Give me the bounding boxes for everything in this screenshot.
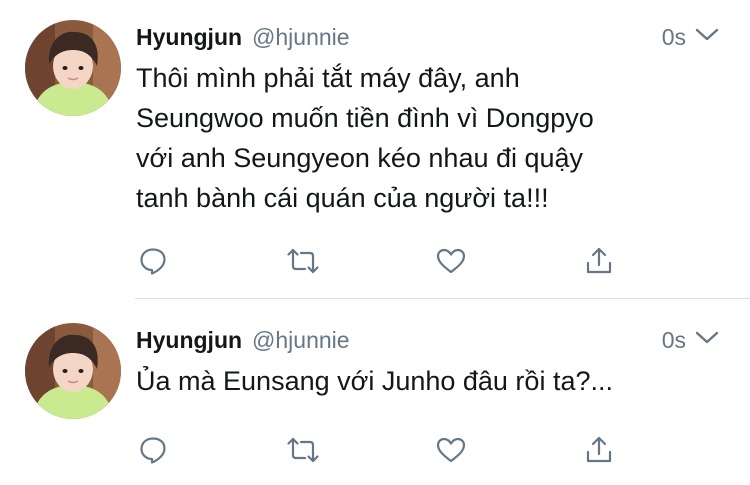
reply-icon[interactable] — [136, 244, 170, 278]
share-icon[interactable] — [582, 433, 616, 467]
timestamp[interactable]: 0s — [662, 327, 686, 354]
author-name[interactable]: Hyungjun — [136, 327, 242, 354]
share-icon[interactable] — [582, 244, 616, 278]
tweet-header: Hyungjun @hjunnie 0s — [136, 20, 720, 54]
tweet[interactable]: Hyungjun @hjunnie 0s Thôi mình phải tắt … — [0, 0, 750, 298]
tweet-text: Thôi mình phải tắt máy đây, anh Seungwoo… — [136, 58, 716, 218]
tweet-text: Ủa mà Eunsang với Junho đâu rồi ta?... — [136, 361, 716, 401]
tweet-header: Hyungjun @hjunnie 0s — [136, 323, 720, 357]
tweet-actions — [136, 244, 616, 278]
tweet-text-line: tanh bành cái quán của người ta!!! — [136, 183, 549, 213]
tweet-meta: 0s — [662, 327, 720, 354]
author-handle[interactable]: @hjunnie — [252, 24, 350, 51]
avatar[interactable] — [25, 323, 121, 419]
like-icon[interactable] — [434, 244, 468, 278]
tweet-text-line: Seungwoo muốn tiền đình vì Dongpyo — [136, 103, 594, 133]
tweet-meta: 0s — [662, 24, 720, 51]
tweet[interactable]: Hyungjun @hjunnie 0s Ủa mà Eunsang với J… — [0, 299, 750, 485]
retweet-icon[interactable] — [286, 433, 320, 467]
like-icon[interactable] — [434, 433, 468, 467]
timestamp[interactable]: 0s — [662, 24, 686, 51]
tweet-actions — [136, 433, 616, 467]
author-handle[interactable]: @hjunnie — [252, 327, 350, 354]
author-name[interactable]: Hyungjun — [136, 24, 242, 51]
chevron-down-icon[interactable] — [694, 27, 720, 48]
avatar[interactable] — [25, 20, 121, 116]
tweet-text-line: với anh Seungyeon kéo nhau đi quậy — [136, 143, 584, 173]
tweet-text-line: Ủa mà Eunsang với Junho đâu rồi ta?... — [136, 366, 613, 396]
reply-icon[interactable] — [136, 433, 170, 467]
retweet-icon[interactable] — [286, 244, 320, 278]
chevron-down-icon[interactable] — [694, 330, 720, 351]
tweet-text-line: Thôi mình phải tắt máy đây, anh — [136, 63, 520, 93]
